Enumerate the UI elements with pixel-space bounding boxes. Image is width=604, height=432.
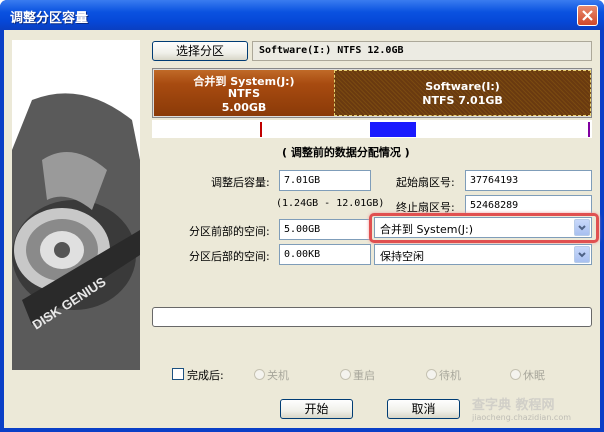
size-after-label: 调整后容量: xyxy=(211,176,270,189)
radio-restart[interactable] xyxy=(340,369,351,380)
partition-block-right[interactable]: Software(I:) NTFS 7.01GB xyxy=(334,70,591,116)
data-distribution-strip xyxy=(152,120,592,138)
title-bar[interactable]: 调整分区容量 xyxy=(0,0,604,30)
after-space-input[interactable] xyxy=(279,244,371,265)
radio-shutdown[interactable] xyxy=(254,369,265,380)
partition-block-left[interactable]: 合并到 System(J:) NTFS 5.00GB xyxy=(154,70,334,116)
boundary-marker-red xyxy=(260,122,262,137)
radio-standby[interactable] xyxy=(426,369,437,380)
progress-bar xyxy=(152,307,592,327)
start-button[interactable]: 开始 xyxy=(280,399,353,419)
before-space-select[interactable]: 合并到 System(J:) xyxy=(374,217,592,238)
radio-hibernate[interactable] xyxy=(510,369,521,380)
right-part-name: Software(I:) xyxy=(425,80,500,93)
start-sector-label: 起始扇区号: xyxy=(396,176,455,189)
chevron-down-icon[interactable] xyxy=(574,246,590,263)
chevron-down-icon[interactable] xyxy=(574,219,590,236)
partition-bar: 合并到 System(J:) NTFS 5.00GB Software(I:) … xyxy=(152,68,592,118)
size-range-text: (1.24GB - 12.01GB) xyxy=(276,198,385,209)
cancel-button[interactable]: 取消 xyxy=(387,399,460,419)
close-icon xyxy=(582,10,593,21)
radio-standby-label: 待机 xyxy=(439,369,461,382)
after-space-select[interactable]: 保持空闲 xyxy=(374,244,592,265)
watermark-url: jiaocheng.chazidian.com xyxy=(472,413,572,422)
left-part-size: 5.00GB xyxy=(221,101,267,114)
partition-info: Software(I:) NTFS 12.0GB xyxy=(252,41,592,61)
before-space-input[interactable] xyxy=(279,219,371,240)
close-button[interactable] xyxy=(577,5,598,26)
select-partition-button[interactable]: 选择分区 xyxy=(152,41,248,61)
watermark: 查字典 教程网 jiaocheng.chazidian.com xyxy=(472,394,598,424)
after-space-selected: 保持空闲 xyxy=(380,250,424,263)
dialog-window: 调整分区容量 DISK GENIUS 选择分区 Software(I:) NTF… xyxy=(0,0,604,432)
completion-checkbox[interactable] xyxy=(172,368,184,380)
window-title: 调整分区容量 xyxy=(10,11,89,26)
right-part-fs: NTFS 7.01GB xyxy=(422,94,503,107)
start-sector-input[interactable] xyxy=(465,170,592,191)
distribution-caption: ( 调整前的数据分配情况 ) xyxy=(282,146,410,159)
dialog-client: DISK GENIUS 选择分区 Software(I:) NTFS 12.0G… xyxy=(4,30,600,428)
size-after-input[interactable] xyxy=(279,170,371,191)
data-block-blue xyxy=(370,122,416,137)
watermark-site: 查字典 教程网 xyxy=(472,398,555,413)
radio-restart-label: 重启 xyxy=(353,369,375,382)
disk-genius-side-image: DISK GENIUS xyxy=(12,40,140,370)
radio-shutdown-label: 关机 xyxy=(267,369,289,382)
completion-label: 完成后: xyxy=(187,369,224,382)
after-space-label: 分区后部的空间: xyxy=(189,250,270,263)
before-space-selected: 合并到 System(J:) xyxy=(380,223,474,236)
left-part-fs: NTFS xyxy=(227,87,261,100)
radio-hibernate-label: 休眠 xyxy=(523,369,545,382)
before-space-label: 分区前部的空间: xyxy=(189,225,270,238)
hard-disk-image: DISK GENIUS xyxy=(12,40,140,370)
end-marker-purple xyxy=(588,122,590,137)
